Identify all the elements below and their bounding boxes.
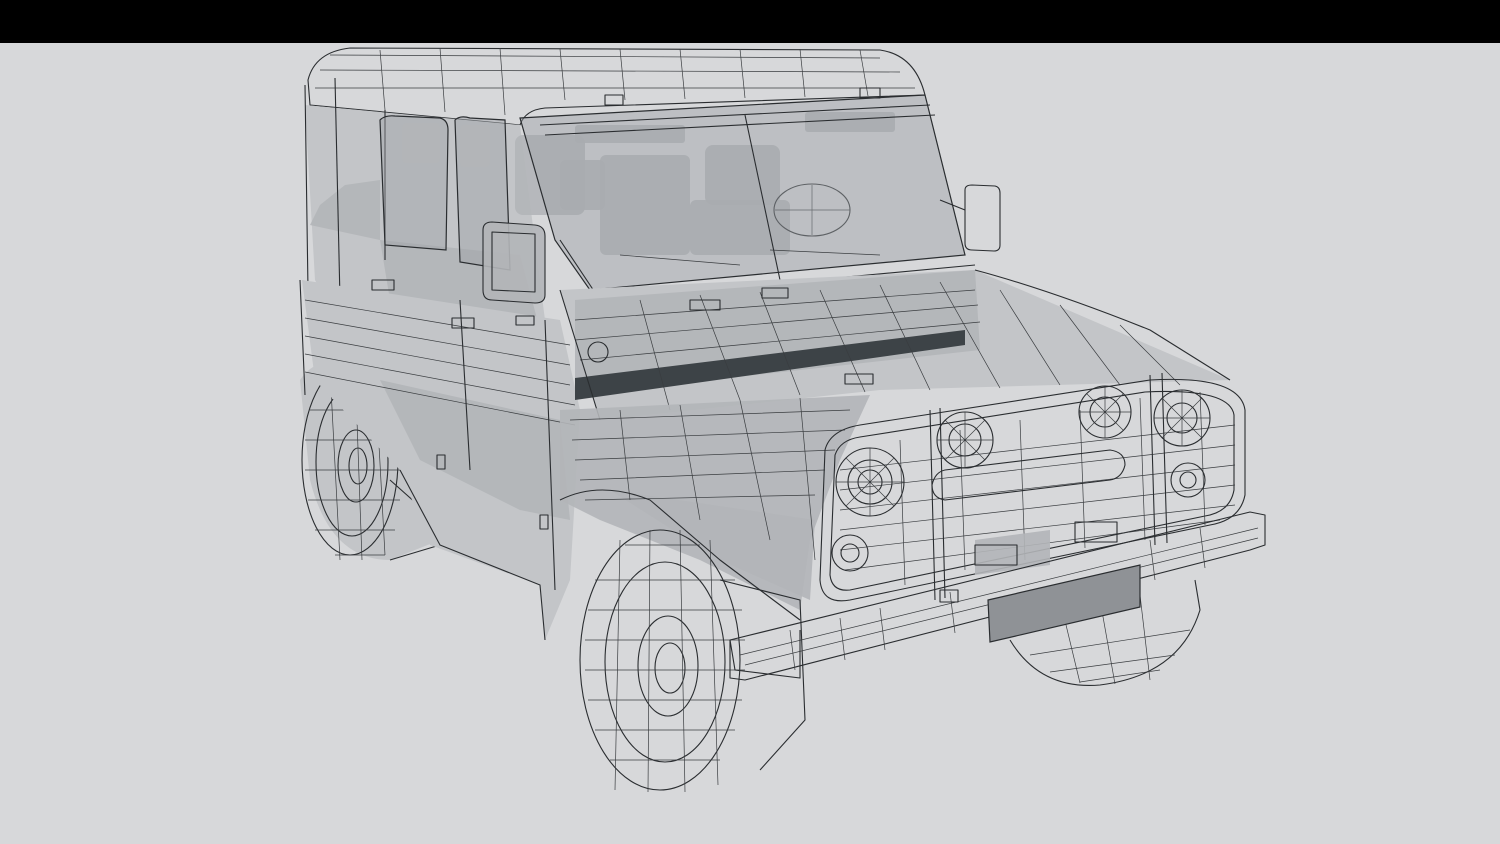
windshield — [519, 87, 976, 301]
headlight-center-left — [936, 411, 994, 469]
headlight-right — [1153, 389, 1211, 447]
fog-light-left — [831, 534, 869, 572]
mirror-left — [482, 221, 546, 304]
headlight-left — [835, 447, 905, 517]
vehicle-wireframe — [299, 47, 1266, 793]
front-grille — [819, 372, 1246, 602]
viewport-top-bar — [0, 0, 1500, 43]
3d-viewport[interactable] — [0, 43, 1500, 844]
headlight-center-right — [1078, 385, 1132, 439]
fog-light-right — [1170, 462, 1206, 498]
front-left-fender — [559, 395, 870, 621]
hood — [559, 269, 1231, 421]
license-plate — [987, 564, 1141, 643]
